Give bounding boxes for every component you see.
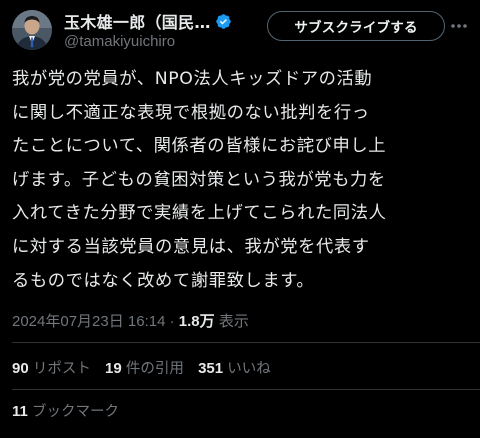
name-row: 玉木雄一郎（国民… — [64, 9, 232, 33]
avatar-photo — [12, 10, 52, 50]
tweet-text-line: に対する当該党員の意見は、我が党を代表す — [12, 236, 370, 257]
views-count: 1.8万 — [178, 313, 215, 330]
likes-stat[interactable]: 351 いいね — [198, 360, 271, 377]
reposts-label: リポスト — [32, 361, 91, 377]
reposts-count: 90 — [12, 360, 29, 377]
likes-label: いいね — [227, 361, 271, 377]
timestamp[interactable]: 2024年07月23日 16:14 — [12, 313, 165, 330]
display-name[interactable]: 玉木雄一郎（国民… — [64, 9, 211, 33]
tweet-text-line: 我が党の党員が、NPO法人キッズドアの活動 — [12, 69, 373, 89]
views-label: 表示 — [218, 313, 249, 330]
avatar[interactable] — [12, 10, 52, 50]
quotes-count: 19 — [105, 360, 122, 377]
reposts-stat[interactable]: 90 リポスト — [12, 360, 91, 377]
meta-separator: · — [169, 313, 175, 330]
more-options-icon[interactable] — [448, 16, 470, 36]
bookmarks-count: 11 — [12, 403, 28, 420]
likes-count: 351 — [198, 360, 224, 377]
tweet-meta: 2024年07月23日 16:14 · 1.8万 表示 — [12, 310, 249, 331]
tweet-text-line: 入れてきた分野で実績を上げてこられた同法人 — [12, 203, 387, 224]
tweet-detail: 玉木雄一郎（国民… @tamakiyuichiro サブスクライブする 我が党の… — [0, 0, 480, 438]
tweet-text-line: げます。子どもの貧困対策という我が党も力を — [12, 169, 386, 190]
quotes-label: 件の引用 — [125, 361, 184, 377]
tweet-text-line: るものではなく改めて謝罪致します。 — [12, 270, 315, 291]
bookmarks-stat[interactable]: 11 ブックマーク — [12, 400, 119, 421]
quotes-stat[interactable]: 19 件の引用 — [105, 360, 184, 377]
verified-badge-icon — [215, 13, 232, 30]
divider — [12, 389, 480, 390]
bookmarks-label: ブックマーク — [32, 404, 120, 420]
subscribe-button[interactable]: サブスクライブする — [267, 11, 445, 41]
tweet-text: 我が党の党員が、NPO法人キッズドアの活動 に関し不適正な表現で根拠のない批判を… — [12, 63, 474, 298]
tweet-text-line: たことについて、関係者の皆様にお詫び申し上 — [12, 136, 387, 157]
engagement-stats: 90 リポスト 19 件の引用 351 いいね — [12, 357, 281, 378]
divider — [12, 342, 480, 343]
user-handle[interactable]: @tamakiyuichiro — [64, 33, 175, 50]
tweet-text-line: に関し不適正な表現で根拠のない批判を行っ — [12, 102, 370, 123]
